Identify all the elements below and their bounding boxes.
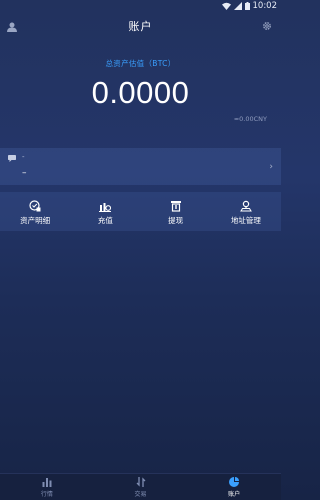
- nav-item-trade[interactable]: 交易: [94, 474, 188, 500]
- signal-icon: [233, 2, 242, 10]
- chart-icon: [42, 478, 52, 487]
- withdraw-label: 提现: [168, 216, 184, 225]
- status-icons: 10:02: [221, 1, 278, 11]
- asset-detail-button[interactable]: 资产明细: [0, 192, 70, 231]
- address-management-label: 地址管理: [230, 216, 261, 225]
- page-title: 账户: [128, 20, 153, 33]
- nav-item-market[interactable]: 行情: [0, 474, 94, 500]
- notice-text: –: [22, 168, 27, 178]
- chevron-right-icon: ›: [269, 162, 273, 172]
- bottom-navigation: 行情 交易 账户: [0, 473, 281, 500]
- asset-detail-icon: [29, 200, 41, 212]
- asset-detail-label: 资产明细: [20, 216, 51, 225]
- top-bar: 账户: [0, 12, 281, 42]
- notice-title: -: [22, 153, 25, 161]
- address-management-button[interactable]: 地址管理: [211, 192, 281, 231]
- battery-icon: [244, 2, 250, 10]
- action-bar: 资产明细 充值 提现 地址管理: [0, 192, 281, 231]
- status-bar: 10:02: [0, 0, 281, 12]
- nav-item-account[interactable]: 账户: [187, 474, 281, 500]
- nav-label-market: 行情: [40, 491, 53, 498]
- nav-label-account: 账户: [228, 491, 241, 498]
- nav-label-trade: 交易: [134, 491, 147, 498]
- deposit-button[interactable]: 充值: [70, 192, 140, 231]
- total-asset-value: 0.0000: [91, 75, 190, 110]
- status-time: 10:02: [252, 1, 278, 11]
- address-icon: [239, 200, 252, 212]
- cny-equivalent: ≈0.00CNY: [233, 115, 267, 123]
- gear-icon[interactable]: [262, 21, 272, 31]
- withdraw-icon: [170, 201, 181, 212]
- trade-icon: [136, 477, 145, 487]
- message-icon: [8, 155, 16, 162]
- notice-bar[interactable]: - – ›: [0, 148, 281, 185]
- total-asset-label: 总资产估值（BTC）: [105, 59, 176, 68]
- deposit-label: 充值: [97, 216, 113, 225]
- wifi-icon: [221, 2, 231, 10]
- withdraw-button[interactable]: 提现: [141, 192, 211, 231]
- account-pie-icon: [229, 477, 240, 487]
- deposit-icon: [99, 203, 112, 212]
